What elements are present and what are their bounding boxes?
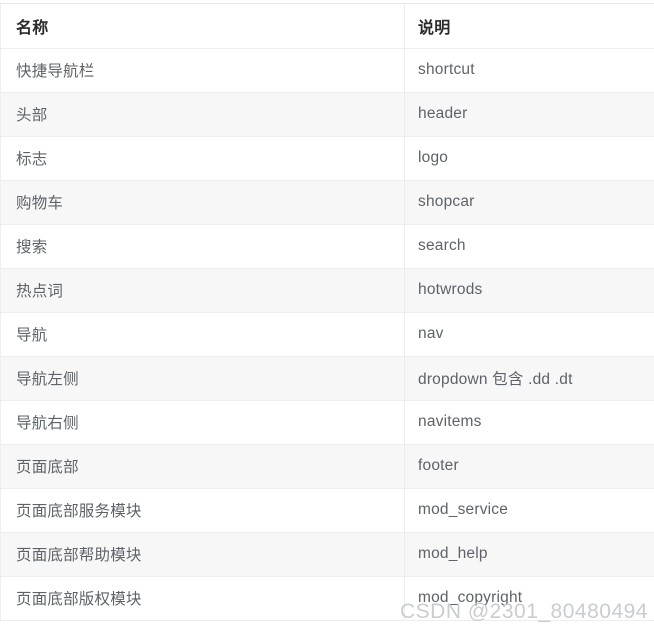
table-row: 页面底部帮助模块 mod_help — [0, 532, 654, 577]
cell-name: 快捷导航栏 — [0, 48, 405, 93]
cell-desc: search — [404, 224, 654, 269]
cell-name: 导航右侧 — [0, 400, 405, 445]
table-row: 搜索 search — [0, 224, 654, 269]
table-row: 页面底部 footer — [0, 444, 654, 489]
cell-desc: footer — [404, 444, 654, 489]
cell-name: 热点词 — [0, 268, 405, 313]
table-row: 头部 header — [0, 92, 654, 137]
cell-name: 导航 — [0, 312, 405, 357]
cell-desc: mod_copyright — [404, 576, 654, 621]
table-row: 导航 nav — [0, 312, 654, 357]
cell-desc: header — [404, 92, 654, 137]
cell-desc: dropdown 包含 .dd .dt — [404, 356, 654, 401]
table-row: 导航左侧 dropdown 包含 .dd .dt — [0, 356, 654, 401]
cell-name: 页面底部 — [0, 444, 405, 489]
cell-desc: hotwrods — [404, 268, 654, 313]
cell-name: 头部 — [0, 92, 405, 137]
cell-desc: mod_help — [404, 532, 654, 577]
spec-table: 名称 说明 快捷导航栏 shortcut 头部 header 标志 logo 购物车 shop… — [0, 4, 654, 621]
cell-name: 页面底部版权模块 — [0, 576, 405, 621]
cell-desc: nav — [404, 312, 654, 357]
table-row: 快捷导航栏 shortcut — [0, 48, 654, 93]
cell-name: 页面底部帮助模块 — [0, 532, 405, 577]
table-row: 购物车 shopcar — [0, 180, 654, 225]
cell-desc: shopcar — [404, 180, 654, 225]
column-header-desc: 说明 — [404, 4, 654, 49]
column-header-name: 名称 — [0, 4, 405, 49]
cell-desc: mod_service — [404, 488, 654, 533]
table-header-row: 名称 说明 — [0, 4, 654, 49]
table-row: 页面底部版权模块 mod_copyright — [0, 576, 654, 621]
spec-table-container: 名称 说明 快捷导航栏 shortcut 头部 header 标志 logo 购物车 shop… — [0, 3, 654, 621]
page-root: 名称 说明 快捷导航栏 shortcut 头部 header 标志 logo 购物车 shop… — [0, 0, 654, 628]
cell-name: 搜索 — [0, 224, 405, 269]
cell-name: 页面底部服务模块 — [0, 488, 405, 533]
cell-name: 标志 — [0, 136, 405, 181]
table-row: 热点词 hotwrods — [0, 268, 654, 313]
table-header: 名称 说明 — [0, 4, 654, 49]
table-row: 页面底部服务模块 mod_service — [0, 488, 654, 533]
cell-desc: shortcut — [404, 48, 654, 93]
table-row: 标志 logo — [0, 136, 654, 181]
table-body: 快捷导航栏 shortcut 头部 header 标志 logo 购物车 shopcar 搜索 s… — [0, 48, 654, 621]
table-row: 导航右侧 navitems — [0, 400, 654, 445]
cell-name: 导航左侧 — [0, 356, 405, 401]
cell-desc: navitems — [404, 400, 654, 445]
cell-name: 购物车 — [0, 180, 405, 225]
cell-desc: logo — [404, 136, 654, 181]
